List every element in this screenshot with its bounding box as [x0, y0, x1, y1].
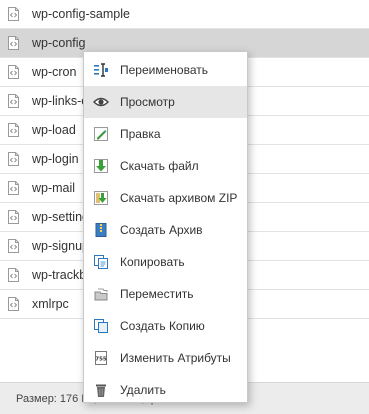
menu-item-copy[interactable]: Копировать — [84, 246, 247, 278]
file-name: wp-signup — [32, 239, 89, 253]
code-file-icon — [8, 239, 19, 253]
code-file-icon — [8, 181, 19, 195]
menu-item-label: Скачать файл — [120, 159, 199, 173]
menu-item-label: Правка — [120, 127, 161, 141]
menu-item-label: Создать Копию — [120, 319, 205, 333]
edit-icon — [94, 127, 108, 141]
menu-item-move[interactable]: Переместить — [84, 278, 247, 310]
menu-item-label: Удалить — [120, 383, 166, 397]
menu-item-view[interactable]: Просмотр — [84, 86, 247, 118]
menu-item-download-zip[interactable]: Скачать архивом ZIP — [84, 182, 247, 214]
code-file-icon — [8, 94, 19, 108]
file-name: xmlrpc — [32, 297, 69, 311]
menu-item-label: Создать Архив — [120, 223, 203, 237]
menu-item-create-archive[interactable]: Создать Архив — [84, 214, 247, 246]
eye-icon — [93, 97, 109, 107]
file-name: wp-config — [32, 36, 86, 50]
file-manager: wp-config-sample wp-config wp-cron wp-li… — [0, 0, 369, 414]
menu-item-download[interactable]: Скачать файл — [84, 150, 247, 182]
download-icon — [94, 159, 108, 173]
code-file-icon — [8, 36, 19, 50]
menu-item-edit[interactable]: Правка — [84, 118, 247, 150]
code-file-icon — [8, 123, 19, 137]
menu-item-label: Изменить Атрибуты — [120, 351, 231, 365]
code-file-icon — [8, 210, 19, 224]
menu-item-label: Скачать архивом ZIP — [120, 191, 238, 205]
file-name: wp-config-sample — [32, 7, 130, 21]
file-name: wp-load — [32, 123, 76, 137]
code-file-icon — [8, 65, 19, 79]
code-file-icon — [8, 297, 19, 311]
rename-icon — [94, 63, 108, 77]
code-file-icon — [8, 268, 19, 282]
attributes-icon: 755 — [95, 351, 107, 365]
archive-icon — [95, 223, 107, 237]
copy-icon — [94, 255, 108, 269]
file-name: wp-login — [32, 152, 79, 166]
menu-item-rename[interactable]: Переименовать — [84, 54, 247, 86]
file-row[interactable]: wp-config-sample — [0, 0, 369, 29]
duplicate-icon — [94, 319, 108, 333]
code-file-icon — [8, 152, 19, 166]
context-menu: Переименовать Просмотр Правка Скачать фа… — [83, 51, 248, 403]
menu-item-duplicate[interactable]: Создать Копию — [84, 310, 247, 342]
file-name: wp-mail — [32, 181, 76, 195]
code-file-icon — [8, 7, 19, 21]
zip-download-icon — [94, 191, 108, 205]
svg-text:755: 755 — [95, 357, 107, 363]
trash-icon — [96, 384, 106, 397]
menu-item-attributes[interactable]: 755 Изменить Атрибуты — [84, 342, 247, 374]
file-name: wp-cron — [32, 65, 77, 79]
menu-item-label: Просмотр — [120, 95, 175, 109]
move-icon — [94, 288, 108, 301]
menu-item-delete[interactable]: Удалить — [84, 374, 247, 406]
menu-item-label: Переименовать — [120, 63, 208, 77]
menu-item-label: Переместить — [120, 287, 194, 301]
menu-item-label: Копировать — [120, 255, 185, 269]
